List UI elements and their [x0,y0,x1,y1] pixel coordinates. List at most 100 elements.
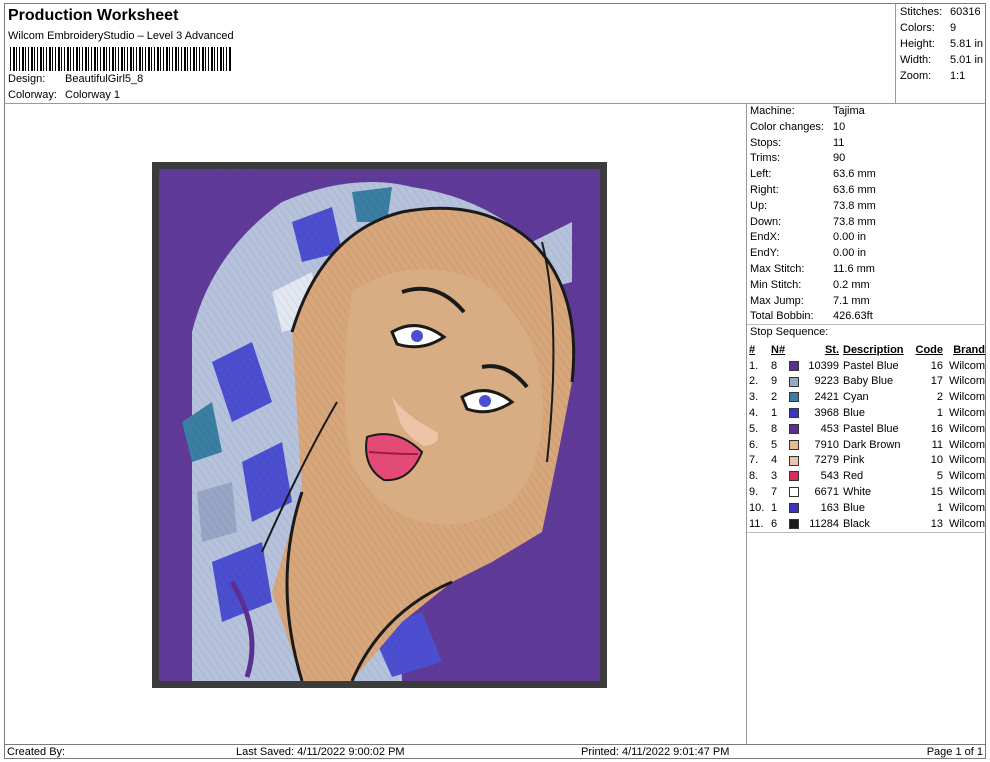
cell-st: 163 [820,501,839,514]
summary-label: Stitches: [900,6,943,18]
color-swatch-cell [789,358,803,374]
spec-panel: Machine: Tajima Color changes: 10 Stops: 1 1 Tr… [747,104,986,744]
cell-brand: Wilcom [948,454,985,467]
spec-row: Color changes: 10 [750,121,845,133]
summary-label: Height: [900,38,935,50]
color-swatch-cell [789,421,803,437]
cell-brand: Wilcom [948,517,985,530]
table-row: 7. 4 7279 Pink 10 Wilcom [749,453,985,469]
color-swatch [789,471,799,482]
color-swatch [789,502,799,513]
cell-st: 11284 [809,517,839,530]
cell-code: 1 [936,407,943,420]
column-header: # [749,343,756,356]
cell-code: 2 [936,391,943,404]
cell-n: 5 [771,438,778,451]
cell-st: 9223 [814,375,839,388]
table-row: 1. 8 10399 Pastel Blue 16 Wilcom [749,358,985,374]
spec-value: 63.6 mm [833,184,876,196]
software-name: Wilcom EmbroideryStudio – Level 3 Advanc… [8,30,234,42]
cell-code: 1 [936,501,943,514]
table-row: 3. 2 2421 Cyan 2 Wilcom [749,389,985,405]
swatch-header [789,342,803,358]
spec-value: Tajima [833,105,865,117]
cell-num: 7. [749,454,759,467]
table-row: 8. 3 543 Red 5 Wilcom [749,468,985,484]
cell-num: 9. [749,486,759,499]
spec-value: 10 [833,120,846,133]
cell-n: 3 [771,470,778,483]
spec-label: EndY: [750,247,780,260]
cell-st: 3968 [814,407,839,420]
spec-value: 7.1 mm [833,294,870,307]
table-row: 4. 1 3968 Blue 1 Wilcom [749,405,985,421]
summary-row: Zoom: 1:1 [900,70,965,82]
stop-sequence-table: # N# St. Description Code Brand 1. 8 10399… [749,342,985,532]
table-row: 11. 6 11284 Black 13 Wilcom [749,516,985,532]
cell-num: 3. [749,391,759,404]
color-swatch-cell [789,437,803,453]
created-by: Created By: [7,746,66,758]
summary-value: 5.81 in [950,38,984,50]
color-swatch [789,376,799,387]
summary-row: Width: 5.01 in [900,54,983,66]
spec-label: Min Stitch: [750,278,802,291]
page-title: Production Worksheet [8,7,179,24]
cell-n: 4 [771,454,778,467]
spec-label: Total Bobbin: [750,310,814,323]
color-swatch [789,423,799,434]
spec-label: Right: [750,184,779,196]
spec-row: Max Stitch: 11.6 mm [750,263,875,275]
barcode-image [10,47,232,71]
cell-num: 4. [749,407,759,420]
cell-brand: Wilcom [948,375,985,388]
summary-value: 1:1 [950,70,966,82]
cell-num: 6. [749,438,759,451]
table-row: 2. 9 9223 Baby Blue 17 Wilcom [749,374,985,390]
summary-value: 9 [950,22,957,34]
cell-st: 7279 [814,454,839,467]
color-swatch-cell [789,389,803,405]
divider [747,324,986,325]
colorway-label: Colorway: [8,89,57,101]
spec-row: Machine: Tajima [750,105,865,117]
spec-value: 426.63ft [833,310,873,323]
color-swatch [789,439,799,450]
cell-desc: Blue [843,501,866,514]
spec-label: Machine: [750,105,795,117]
spec-value: 0.2 mm [833,278,870,291]
cell-code: 17 [930,375,943,388]
summary-row: Stitches: 60316 [900,6,981,18]
design-preview-area [4,104,747,744]
summary-row: Colors: 9 [900,22,956,34]
column-header: Brand [953,343,985,356]
spec-row: EndX: 0.00 in [750,231,866,243]
table-row: 9. 7 6671 White 15 Wilcom [749,484,985,500]
color-swatch-cell [789,453,803,469]
cell-n: 1 [771,501,778,514]
page-number: Page 1 of 1 [926,746,983,758]
spec-label: Trims: [750,152,781,165]
cell-code: 13 [930,517,943,530]
cell-st: 2421 [814,391,839,404]
cell-desc: Blue [843,407,866,420]
spec-row: Down: 73.8 mm [750,216,876,228]
spec-row: Up: 73.8 mm [750,200,876,212]
color-swatch [789,392,799,403]
cell-desc: Black [843,517,870,530]
cell-code: 16 [930,422,943,435]
embroidery-design-image [152,162,607,688]
stop-sequence-heading: Stop Sequence: [750,326,829,338]
cell-code: 16 [930,359,943,372]
cell-num: 1. [749,359,759,372]
cell-desc: Pink [843,454,865,467]
cell-desc: White [843,486,872,499]
table-row: 10. 1 163 Blue 1 Wilcom [749,500,985,516]
color-swatch-cell [789,468,803,484]
spec-label: Color changes: [750,120,824,133]
design-name: BeautifulGirl5_8 [65,73,144,85]
spec-label: Stops: [750,136,782,149]
cell-brand: Wilcom [948,438,985,451]
cell-desc: Dark Brown [843,438,901,451]
worksheet-header: Production Worksheet Wilcom EmbroiderySt… [4,3,896,104]
